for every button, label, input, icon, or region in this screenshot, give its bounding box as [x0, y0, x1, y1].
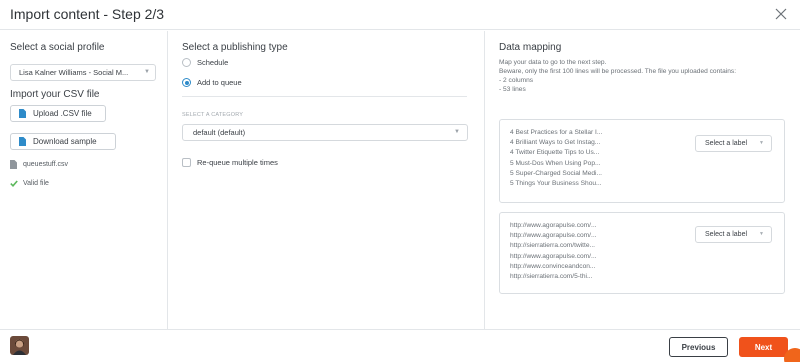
category-value: default (default) — [193, 128, 246, 137]
preview-line: http://www.agorapulse.com/... — [510, 222, 597, 229]
valid-text: Valid file — [23, 180, 49, 187]
mapping-desc-line: Beware, only the first 100 lines will be… — [499, 68, 737, 75]
profile-column: Select a social profile Lisa Kalner Will… — [0, 31, 168, 329]
select-label-text: Select a label — [705, 231, 748, 238]
preview-line: http://www.agorapulse.com/... — [510, 232, 597, 240]
next-button[interactable]: Next — [739, 337, 788, 357]
divider — [182, 96, 467, 97]
category-select[interactable]: default (default) ▼ — [182, 124, 468, 141]
preview-line: http://www.convinceandcon... — [510, 262, 596, 270]
requeue-label: Re-queue multiple times — [197, 158, 278, 167]
valid-status: Valid file — [10, 180, 49, 187]
close-icon[interactable] — [774, 7, 788, 21]
upload-csv-label: Upload .CSV file — [33, 109, 92, 118]
mapping-column: Data mapping Map your data to go to the … — [486, 31, 800, 329]
mapping-description: Map your data to go to the next step. Be… — [499, 58, 785, 94]
mapping-column-card: http://www.agorapulse.com/... http://www… — [499, 212, 785, 294]
social-profile-select[interactable]: Lisa Kalner Williams - Social M... ▼ — [10, 64, 156, 81]
chevron-down-icon: ▼ — [759, 231, 764, 237]
avatar[interactable] — [10, 336, 29, 355]
radio-add-to-queue-label: Add to queue — [197, 78, 242, 87]
preview-line: 5 Super-Charged Social Medi... — [510, 169, 602, 177]
social-profile-heading: Select a social profile — [10, 42, 105, 53]
radio-button[interactable] — [182, 58, 191, 67]
select-label-text: Select a label — [705, 140, 748, 147]
requeue-option[interactable]: Re-queue multiple times — [182, 158, 278, 167]
file-icon — [10, 160, 17, 169]
category-label: SELECT A CATEGORY — [182, 112, 244, 118]
requeue-checkbox[interactable] — [182, 158, 191, 167]
select-label-dropdown[interactable]: Select a label ▼ — [695, 226, 772, 243]
file-icon — [19, 137, 26, 146]
modal-footer: Previous Next — [0, 329, 800, 362]
radio-schedule-label: Schedule — [197, 58, 229, 67]
radio-schedule[interactable]: Schedule — [182, 58, 228, 67]
preview-line: 4 Best Practices for a Stellar I... — [510, 129, 603, 136]
radio-add-to-queue[interactable]: Add to queue — [182, 78, 242, 87]
previous-button[interactable]: Previous — [669, 337, 728, 357]
chevron-down-icon: ▼ — [144, 69, 150, 75]
chevron-down-icon: ▼ — [759, 140, 764, 146]
mapping-desc-line: Map your data to go to the next step. — [499, 59, 607, 66]
data-mapping-heading: Data mapping — [499, 42, 562, 53]
check-icon — [10, 180, 18, 187]
csv-heading: Import your CSV file — [10, 89, 100, 100]
chat-widget-icon[interactable] — [784, 348, 800, 362]
publishing-type-heading: Select a publishing type — [182, 42, 288, 53]
preview-line: 4 Twitter Etiquette Tips to Us... — [510, 149, 600, 157]
mapping-desc-line: - 2 columns — [499, 77, 534, 84]
preview-line: 5 Must-Dos When Using Pop... — [510, 159, 601, 167]
uploaded-file: queuestuff.csv — [10, 160, 68, 169]
column-preview: 4 Best Practices for a Stellar I... 4 Br… — [510, 128, 602, 189]
download-sample-button[interactable]: Download sample — [10, 133, 116, 150]
avatar-image — [10, 336, 29, 355]
upload-csv-button[interactable]: Upload .CSV file — [10, 105, 106, 122]
select-label-dropdown[interactable]: Select a label ▼ — [695, 135, 772, 152]
column-preview: http://www.agorapulse.com/... http://www… — [510, 221, 597, 282]
preview-line: http://sierratierra.com/twitte... — [510, 242, 596, 250]
file-name: queuestuff.csv — [23, 161, 69, 168]
publishing-column: Select a publishing type Schedule Add to… — [169, 31, 485, 329]
preview-line: 5 Things Your Business Shou... — [510, 180, 602, 188]
social-profile-value: Lisa Kalner Williams - Social M... — [19, 68, 129, 77]
modal-title: Import content - Step 2/3 — [10, 6, 165, 22]
chevron-down-icon: ▼ — [454, 129, 460, 135]
preview-line: http://www.agorapulse.com/... — [510, 252, 597, 260]
mapping-column-card: 4 Best Practices for a Stellar I... 4 Br… — [499, 119, 785, 203]
file-icon — [19, 109, 26, 118]
download-sample-label: Download sample — [33, 137, 97, 146]
preview-line: http://sierratierra.com/5-thi... — [510, 273, 593, 281]
mapping-desc-line: - 53 lines — [499, 86, 526, 93]
radio-button-selected[interactable] — [182, 78, 191, 87]
preview-line: 4 Brilliant Ways to Get Instag... — [510, 139, 601, 147]
modal-header: Import content - Step 2/3 — [0, 0, 800, 30]
